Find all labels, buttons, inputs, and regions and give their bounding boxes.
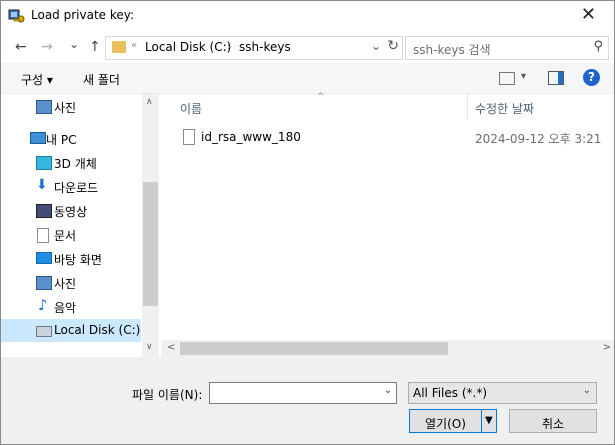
file-list: ^ 이름 수정한 날짜 id_rsa_www_180 2024-09-12 오후… [161, 92, 614, 339]
open-dropdown-icon: ▼ [485, 415, 493, 426]
breadcrumb-local-disk[interactable]: Local Disk (C:) [145, 40, 231, 54]
documents-icon [37, 228, 49, 243]
sidebar-item-label: 바탕 화면 [54, 253, 102, 267]
address-dropdown-icon[interactable]: ⌄ [371, 39, 381, 53]
sidebar-item-local-disk[interactable]: Local Disk (C:) [1, 319, 141, 342]
file-type-dropdown-icon[interactable]: ⌄ [583, 385, 591, 396]
recent-locations-icon[interactable]: ⌄ [69, 37, 79, 51]
sidebar-item-label: Local Disk (C:) [54, 323, 141, 337]
navigation-pane: 사진 내 PC 3D 개체 ⬇ 다운로드 동영상 문서 바탕 화면 사진 ♪ 음… [1, 94, 160, 357]
sidebar-item-label: 3D 개체 [54, 157, 97, 171]
cancel-button-label: 취소 [542, 417, 565, 431]
pictures-icon [36, 276, 52, 290]
open-options-button[interactable]: ▼ [481, 409, 497, 433]
sidebar-item-label: 음악 [54, 301, 77, 315]
filename-dropdown-icon[interactable]: ⌄ [384, 385, 392, 396]
open-button[interactable]: 열기(O) [409, 409, 487, 433]
sidebar-item-pictures[interactable]: 사진 [1, 271, 141, 294]
sidebar-item-label: 동영상 [54, 205, 88, 219]
up-folder-icon[interactable]: ↑ [89, 39, 101, 55]
title-bar: Load private key: ✕ [1, 1, 614, 31]
help-icon[interactable]: ? [583, 69, 600, 86]
search-placeholder: ssh-keys 검색 [413, 43, 491, 57]
view-options-icon[interactable] [499, 72, 515, 85]
3d-objects-icon [36, 156, 52, 170]
scrollbar-thumb[interactable] [180, 342, 448, 355]
file-list-horizontal-scrollbar[interactable]: < > [161, 340, 614, 357]
videos-icon [36, 204, 52, 218]
search-box[interactable]: ssh-keys 검색 ⚲ [405, 36, 609, 60]
file-name: id_rsa_www_180 [201, 130, 301, 144]
overflow-chevron-icon[interactable]: « [131, 40, 137, 51]
file-icon [183, 129, 195, 145]
column-header-name[interactable]: 이름 [180, 100, 202, 117]
sidebar-item-label: 내 PC [46, 133, 77, 147]
sidebar-item-3d-objects[interactable]: 3D 개체 [1, 151, 141, 174]
command-bar: 구성 ▾ 새 폴더 ▾ ? [1, 63, 614, 94]
back-arrow-icon[interactable]: ← [15, 39, 27, 55]
sidebar-item-this-pc[interactable]: 내 PC [1, 127, 141, 150]
organize-button[interactable]: 구성 ▾ [21, 71, 53, 88]
scroll-up-icon[interactable]: ∧ [146, 97, 153, 107]
file-type-select[interactable]: All Files (*.*) ⌄ [408, 382, 597, 404]
address-bar[interactable]: « Local Disk (C:) › ssh-keys ⌄ ↻ [105, 36, 403, 60]
new-folder-button[interactable]: 새 폴더 [83, 71, 120, 88]
file-row[interactable]: id_rsa_www_180 2024-09-12 오후 3:21 [181, 128, 611, 148]
pc-icon [30, 132, 46, 144]
sidebar-item-pictures-quick[interactable]: 사진 [1, 95, 141, 118]
drive-icon [36, 326, 52, 337]
music-icon: ♪ [38, 296, 48, 314]
file-modified-date: 2024-09-12 오후 3:21 [475, 132, 602, 146]
preview-pane-icon[interactable] [548, 71, 564, 85]
sidebar-item-label: 사진 [54, 101, 77, 115]
filename-field[interactable]: ⌄ [209, 382, 397, 404]
column-divider[interactable] [467, 94, 468, 120]
scroll-down-icon[interactable]: ∨ [146, 342, 153, 352]
view-dropdown-icon[interactable]: ▾ [521, 71, 526, 82]
refresh-icon[interactable]: ↻ [387, 38, 399, 54]
search-icon[interactable]: ⚲ [593, 39, 603, 54]
scroll-right-icon[interactable]: > [603, 342, 611, 353]
scroll-left-icon[interactable]: < [167, 342, 175, 353]
navigation-bar: ← → ⌄ ↑ « Local Disk (C:) › ssh-keys ⌄ ↻… [1, 31, 614, 63]
close-icon[interactable]: ✕ [581, 6, 596, 24]
pictures-icon [36, 100, 52, 114]
dialog-footer: 파일 이름(N): ⌄ All Files (*.*) ⌄ 열기(O) ▼ 취소 [1, 357, 614, 444]
file-type-value: All Files (*.*) [413, 386, 488, 400]
breadcrumb-ssh-keys[interactable]: ssh-keys [239, 40, 291, 54]
window-title: Load private key: [31, 8, 135, 22]
forward-arrow-icon[interactable]: → [41, 39, 53, 55]
sidebar-item-label: 사진 [54, 277, 77, 291]
sidebar-item-label: 문서 [54, 229, 77, 243]
sort-ascending-icon: ^ [317, 92, 325, 102]
sidebar-item-documents[interactable]: 문서 [1, 223, 141, 246]
scrollbar-thumb[interactable] [143, 182, 158, 306]
sidebar-item-label: 다운로드 [54, 181, 99, 195]
navigation-pane-scrollbar[interactable]: ∧ ∨ [142, 94, 159, 357]
sidebar-item-downloads[interactable]: ⬇ 다운로드 [1, 175, 141, 198]
sidebar-item-desktop[interactable]: 바탕 화면 [1, 247, 141, 270]
cancel-button[interactable]: 취소 [509, 409, 597, 433]
desktop-icon [36, 252, 52, 264]
breadcrumb-chevron-icon[interactable]: › [227, 40, 231, 53]
sidebar-item-music[interactable]: ♪ 음악 [1, 295, 141, 318]
open-button-label: 열기(O) [425, 417, 466, 431]
sidebar-item-videos[interactable]: 동영상 [1, 199, 141, 222]
putty-key-icon [8, 9, 25, 23]
filename-label: 파일 이름(N): [132, 388, 203, 402]
download-icon: ⬇ [36, 177, 48, 193]
folder-icon [112, 41, 126, 53]
column-header-modified[interactable]: 수정한 날짜 [475, 100, 534, 117]
load-private-key-dialog: Load private key: ✕ ← → ⌄ ↑ « Local Disk… [0, 0, 615, 445]
